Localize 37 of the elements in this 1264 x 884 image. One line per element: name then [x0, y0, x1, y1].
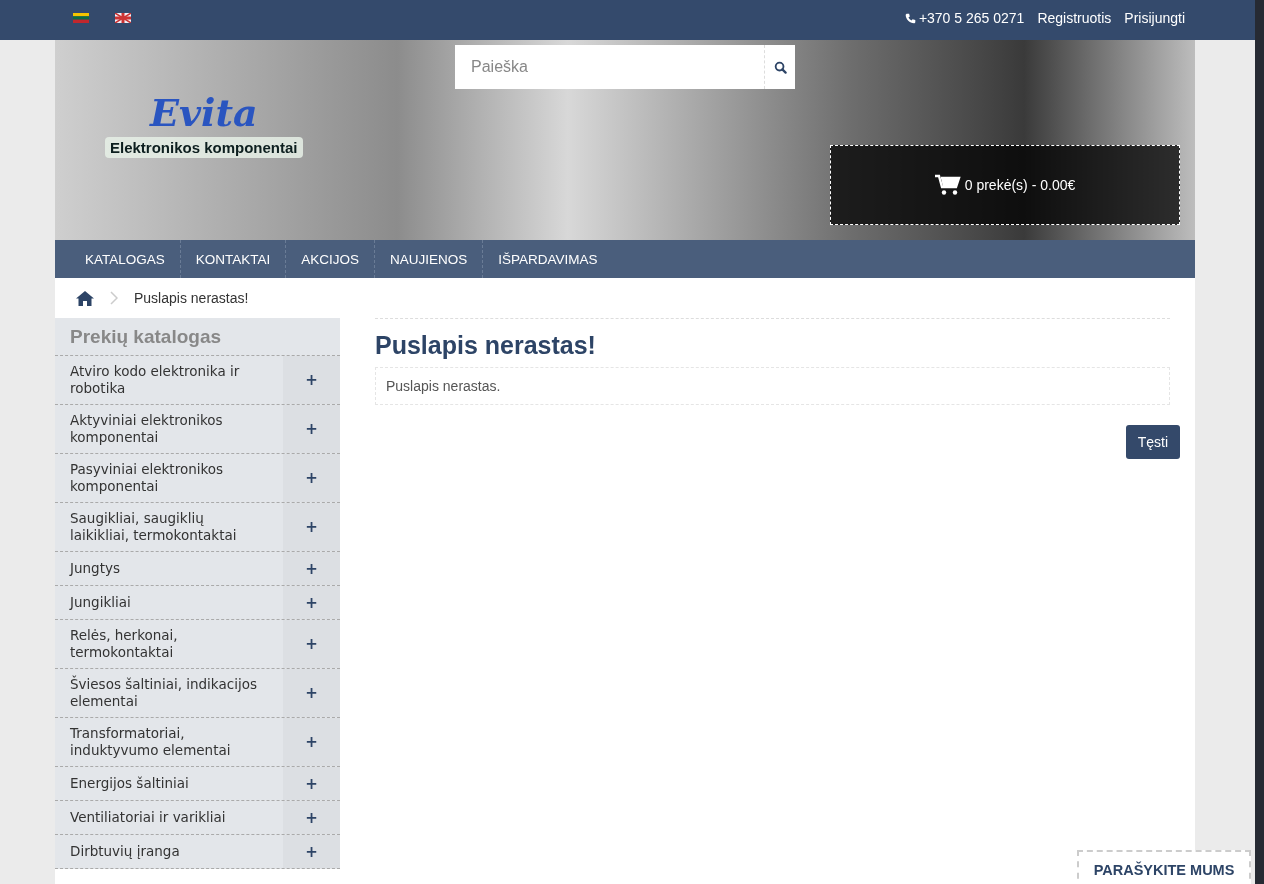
category-link[interactable]: Jungtys	[55, 552, 283, 585]
cart-button[interactable]: 0 prekė(s) - 0.00€	[830, 145, 1180, 225]
search-field[interactable]: Paieška	[455, 45, 764, 89]
expand-toggle[interactable]: +	[283, 454, 340, 502]
category-link[interactable]: Pasyviniai elektronikos komponentai	[55, 454, 283, 502]
expand-toggle[interactable]: +	[283, 586, 340, 619]
logo-text: Evita	[149, 90, 258, 135]
continue-button[interactable]: Tęsti	[1125, 425, 1180, 459]
account-link[interactable]: Prisijungti	[1124, 10, 1185, 26]
menu-link[interactable]: IŠPARDAVIMAS	[483, 240, 613, 278]
account-link[interactable]: Registruotis	[1037, 10, 1112, 26]
logo-tagline: Elektronikos komponentai	[105, 137, 303, 158]
message-text: Puslapis nerastas.	[386, 378, 501, 394]
expand-toggle[interactable]: +	[283, 503, 340, 551]
expand-toggle[interactable]: +	[283, 801, 340, 834]
expand-toggle[interactable]: +	[283, 718, 340, 766]
expand-toggle[interactable]: +	[283, 620, 340, 668]
page-heading: Puslapis nerastas!	[375, 318, 1170, 361]
expand-toggle[interactable]: +	[283, 405, 340, 453]
contact-widget-button[interactable]: PARAŠYKITE MUMS	[1077, 850, 1251, 884]
expand-toggle[interactable]: +	[283, 767, 340, 800]
expand-toggle[interactable]: +	[283, 669, 340, 717]
category-link[interactable]: Energijos šaltiniai	[55, 767, 283, 800]
category-link[interactable]: Jungikliai	[55, 586, 283, 619]
category-link[interactable]: Atviro kodo elektronika ir robotika	[55, 356, 283, 404]
expand-toggle[interactable]: +	[283, 835, 340, 868]
category-link[interactable]: Ventiliatoriai ir varikliai	[55, 801, 283, 834]
category-link[interactable]: Transformatoriai, induktyvumo elementai	[55, 718, 283, 766]
category-link[interactable]: Aktyviniai elektronikos komponentai	[55, 405, 283, 453]
expand-toggle[interactable]: +	[283, 552, 340, 585]
category-link[interactable]: Dirbtuvių įranga	[55, 835, 283, 868]
category-link[interactable]: Saugikliai, saugiklių laikikliai, termokontaktai	[55, 503, 283, 551]
breadcrumb-text: Puslapis nerastas!	[134, 290, 249, 306]
category-link[interactable]: Relės, herkonai, termokontaktai	[55, 620, 283, 668]
expand-toggle[interactable]: +	[283, 356, 340, 404]
category-link[interactable]: Šviesos šaltiniai, indikacijos elementai	[55, 669, 283, 717]
phone-number: +370 5 265 0271	[918, 10, 1025, 26]
